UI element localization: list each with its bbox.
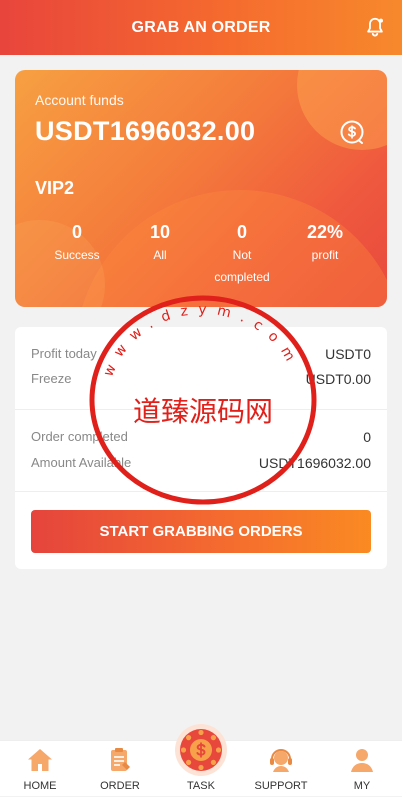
support-icon xyxy=(270,749,292,772)
details-panel: Profit today USDT0 Freeze USDT0.00 Order… xyxy=(15,327,387,569)
stat-value: 0 xyxy=(71,222,82,242)
freeze-row: Freeze USDT0.00 xyxy=(31,369,371,391)
tab-label: HOME xyxy=(23,780,57,792)
stat-profit: 22% profit xyxy=(285,220,365,266)
account-funds-label: Account funds xyxy=(35,92,124,108)
dollar-refresh-icon[interactable] xyxy=(339,119,365,145)
task-icon[interactable] xyxy=(174,723,228,777)
page-title: GRAB AN ORDER xyxy=(131,18,271,36)
stat-all: 10 All xyxy=(120,220,200,266)
stat-value: 22% xyxy=(306,222,344,242)
stat-value: 0 xyxy=(236,222,247,242)
bell-icon[interactable] xyxy=(364,16,386,38)
account-card: Account funds USDT1696032.00 VIP2 0 Succ… xyxy=(15,70,387,307)
tab-support[interactable]: SUPPORT xyxy=(241,741,321,797)
stats-row: 0 Success 10 All 0 Not completed 22% pro… xyxy=(35,220,375,290)
account-funds-value: USDT1696032.00 xyxy=(35,116,256,146)
freeze-label: Freeze xyxy=(31,371,72,386)
divider xyxy=(15,409,387,410)
amount-available-label: Amount Available xyxy=(31,455,132,470)
home-icon xyxy=(28,749,52,771)
header-bar: GRAB AN ORDER xyxy=(0,0,402,55)
order-icon xyxy=(111,748,130,771)
start-grabbing-button[interactable]: START GRABBING ORDERS xyxy=(31,510,371,553)
tab-order[interactable]: ORDER xyxy=(80,741,160,797)
stat-label: Not completed xyxy=(214,248,270,284)
tab-label: SUPPORT xyxy=(254,780,308,792)
stat-label: All xyxy=(153,248,167,262)
user-icon xyxy=(351,749,373,772)
order-completed-label: Order completed xyxy=(31,429,128,444)
stat-value: 10 xyxy=(149,222,171,242)
stat-label: profit xyxy=(311,248,339,262)
amount-available-row: Amount Available USDT1696032.00 xyxy=(31,453,371,475)
tab-label: ORDER xyxy=(100,780,140,792)
order-completed-value: 0 xyxy=(363,429,371,445)
stat-success: 0 Success xyxy=(37,220,117,266)
tab-label: MY xyxy=(353,780,371,792)
profit-today-label: Profit today xyxy=(31,346,97,361)
tab-label: TASK xyxy=(187,780,215,792)
order-completed-row: Order completed 0 xyxy=(31,427,371,449)
divider xyxy=(15,491,387,492)
profit-today-value: USDT0 xyxy=(325,346,371,362)
tab-my[interactable]: MY xyxy=(322,741,402,797)
profit-today-row: Profit today USDT0 xyxy=(31,344,371,366)
amount-available-value: USDT1696032.00 xyxy=(258,455,371,471)
stat-not-completed: 0 Not completed xyxy=(207,220,277,288)
freeze-value: USDT0.00 xyxy=(305,371,371,387)
tab-home[interactable]: HOME xyxy=(0,741,80,797)
vip-level: VIP2 xyxy=(35,178,75,198)
stat-label: Success xyxy=(54,248,100,262)
